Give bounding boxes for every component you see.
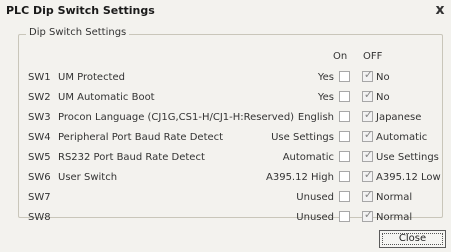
switch-row: SW7 Unused ✓ Normal — [0, 188, 451, 210]
off-value-label: A395.12 Low — [376, 172, 441, 183]
off-value-label: Use Settings — [376, 152, 439, 163]
checkmark-icon: ✓ — [363, 108, 374, 121]
on-value-label: English — [297, 112, 334, 123]
switch-description: User Switch — [58, 172, 118, 183]
checkmark-icon: ✓ — [363, 168, 374, 181]
on-checkbox[interactable] — [339, 131, 350, 142]
switch-description: UM Protected — [58, 72, 125, 83]
dip-switch-dialog: PLC Dip Switch Settings x Dip Switch Set… — [0, 0, 451, 252]
close-icon[interactable]: x — [433, 2, 447, 18]
on-value-label: Unused — [296, 212, 334, 223]
switch-id: SW3 — [28, 112, 51, 123]
window-title: PLC Dip Switch Settings — [6, 4, 155, 17]
off-checkbox[interactable]: ✓ — [362, 108, 374, 122]
off-checkbox[interactable]: ✓ — [362, 208, 374, 222]
on-value-label: Unused — [296, 192, 334, 203]
checkmark-icon: ✓ — [363, 208, 374, 221]
off-value-label: No — [376, 92, 390, 103]
checkmark-icon: ✓ — [363, 68, 374, 81]
off-checkbox[interactable]: ✓ — [362, 168, 374, 182]
column-header-on: On — [333, 51, 348, 62]
off-value-label: Normal — [376, 212, 413, 223]
switch-row: SW4 Peripheral Port Baud Rate Detect Use S… — [0, 128, 451, 150]
off-value-label: Japanese — [376, 112, 422, 123]
switch-id: SW5 — [28, 152, 51, 163]
group-title: Dip Switch Settings — [26, 27, 130, 38]
switch-id: SW7 — [28, 192, 51, 203]
switch-description: RS232 Port Baud Rate Detect — [58, 152, 205, 163]
on-checkbox[interactable] — [339, 171, 350, 182]
switch-row: SW1 UM Protected Yes ✓ No — [0, 68, 451, 90]
switch-row: SW6 User Switch A395.12 High ✓ A395.12 Low — [0, 168, 451, 190]
switch-id: SW8 — [28, 212, 51, 223]
on-value-label: Automatic — [282, 152, 334, 163]
on-checkbox[interactable] — [339, 91, 350, 102]
switch-description: UM Automatic Boot — [58, 92, 155, 103]
on-value-label: Yes — [317, 72, 334, 83]
switch-id: SW4 — [28, 132, 51, 143]
column-header-off: OFF — [363, 51, 383, 62]
switch-description: Procon Language (CJ1G,CS1-H/CJ1-H:Reserv… — [58, 112, 295, 123]
on-checkbox[interactable] — [339, 211, 350, 222]
switch-description: Peripheral Port Baud Rate Detect — [58, 132, 224, 143]
on-checkbox[interactable] — [339, 111, 350, 122]
on-value-label: Use Settings — [271, 132, 334, 143]
off-value-label: Normal — [376, 192, 413, 203]
on-value-label: A395.12 High — [266, 172, 334, 183]
close-button[interactable]: Close — [379, 230, 446, 248]
switch-row: SW2 UM Automatic Boot Yes ✓ No — [0, 88, 451, 110]
switch-row: SW5 RS232 Port Baud Rate Detect Automatic ✓… — [0, 148, 451, 170]
switch-id: SW1 — [28, 72, 51, 83]
switch-row: SW3 Procon Language (CJ1G,CS1-H/CJ1-H:Res… — [0, 108, 451, 130]
switch-id: SW2 — [28, 92, 51, 103]
on-checkbox[interactable] — [339, 191, 350, 202]
off-checkbox[interactable]: ✓ — [362, 128, 374, 142]
checkmark-icon: ✓ — [363, 88, 374, 101]
off-value-label: No — [376, 72, 390, 83]
on-value-label: Yes — [317, 92, 334, 103]
on-checkbox[interactable] — [339, 71, 350, 82]
on-checkbox[interactable] — [339, 151, 350, 162]
checkmark-icon: ✓ — [363, 128, 374, 141]
checkmark-icon: ✓ — [363, 148, 374, 161]
off-checkbox[interactable]: ✓ — [362, 88, 374, 102]
checkmark-icon: ✓ — [363, 188, 374, 201]
switch-row: SW8 Unused ✓ Normal — [0, 208, 451, 230]
off-checkbox[interactable]: ✓ — [362, 148, 374, 162]
title-bar: PLC Dip Switch Settings x — [0, 0, 451, 22]
switch-id: SW6 — [28, 172, 51, 183]
off-checkbox[interactable]: ✓ — [362, 188, 374, 202]
off-checkbox[interactable]: ✓ — [362, 68, 374, 82]
off-value-label: Automatic — [376, 132, 428, 143]
